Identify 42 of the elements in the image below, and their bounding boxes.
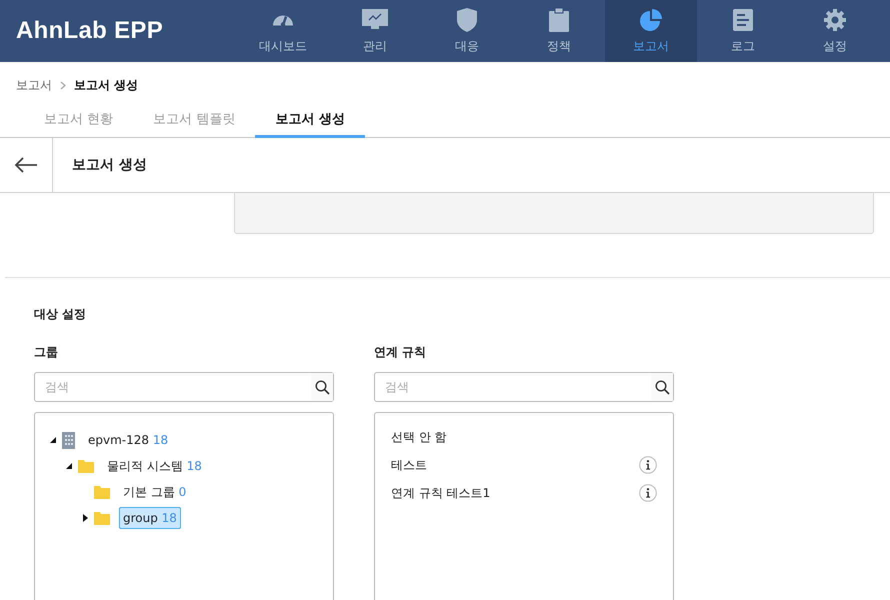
building-icon bbox=[62, 432, 75, 448]
breadcrumb-current: 보고서 생성 bbox=[74, 76, 138, 94]
list-item[interactable]: 연계 규칙 테스트1 bbox=[391, 484, 490, 502]
clipboard-icon bbox=[549, 7, 569, 33]
search-icon[interactable] bbox=[651, 373, 673, 401]
tab[interactable]: 보고서 생성 bbox=[255, 102, 365, 138]
list-item[interactable]: 테스트 bbox=[391, 456, 427, 474]
shield-icon bbox=[457, 7, 477, 33]
tree-item[interactable]: group 18 bbox=[119, 507, 181, 529]
info-icon[interactable] bbox=[639, 484, 657, 502]
logo: AhnLab EPP bbox=[15, 17, 164, 45]
folder-icon bbox=[94, 486, 110, 498]
collapse-arrow-icon[interactable] bbox=[65, 462, 73, 470]
search-icon[interactable] bbox=[311, 373, 333, 401]
back-arrow-icon[interactable] bbox=[14, 157, 38, 173]
info-icon[interactable] bbox=[639, 456, 657, 474]
nav-item[interactable]: 대응 bbox=[421, 0, 513, 62]
field-label: 연계 규칙 bbox=[374, 344, 428, 361]
folder-icon bbox=[78, 460, 94, 472]
tree-item[interactable]: epvm-128 18 bbox=[84, 429, 172, 451]
expand-arrow-icon[interactable] bbox=[81, 514, 89, 522]
folder-icon bbox=[94, 512, 110, 524]
settings-icon bbox=[824, 7, 846, 33]
nav-item[interactable]: 보고서 bbox=[605, 0, 697, 62]
collapse-arrow-icon[interactable] bbox=[49, 436, 57, 444]
nav-item[interactable]: 설정 bbox=[789, 0, 881, 62]
section-title: 대상 설정 bbox=[34, 306, 88, 323]
chevron-icon bbox=[60, 80, 66, 90]
nav-item[interactable]: 정책 bbox=[513, 0, 605, 62]
tree-item[interactable]: 기본 그룹 0 bbox=[119, 480, 190, 504]
page-title: 보고서 생성 bbox=[71, 156, 147, 175]
document-icon bbox=[733, 7, 753, 33]
nav-item[interactable]: 관리 bbox=[329, 0, 421, 62]
search-field[interactable]: 검색 bbox=[34, 372, 334, 402]
field-label: 그룹 bbox=[34, 344, 59, 361]
list-item[interactable]: 선택 안 함 bbox=[391, 428, 447, 446]
search-field[interactable]: 검색 bbox=[374, 372, 674, 402]
breadcrumb-link[interactable]: 보고서 bbox=[16, 76, 52, 94]
pie-chart-icon bbox=[640, 7, 662, 33]
nav-item[interactable]: 로그 bbox=[697, 0, 789, 62]
nav-item[interactable]: 대시보드 bbox=[237, 0, 329, 62]
tree-item[interactable]: 물리적 시스템 18 bbox=[103, 454, 206, 478]
